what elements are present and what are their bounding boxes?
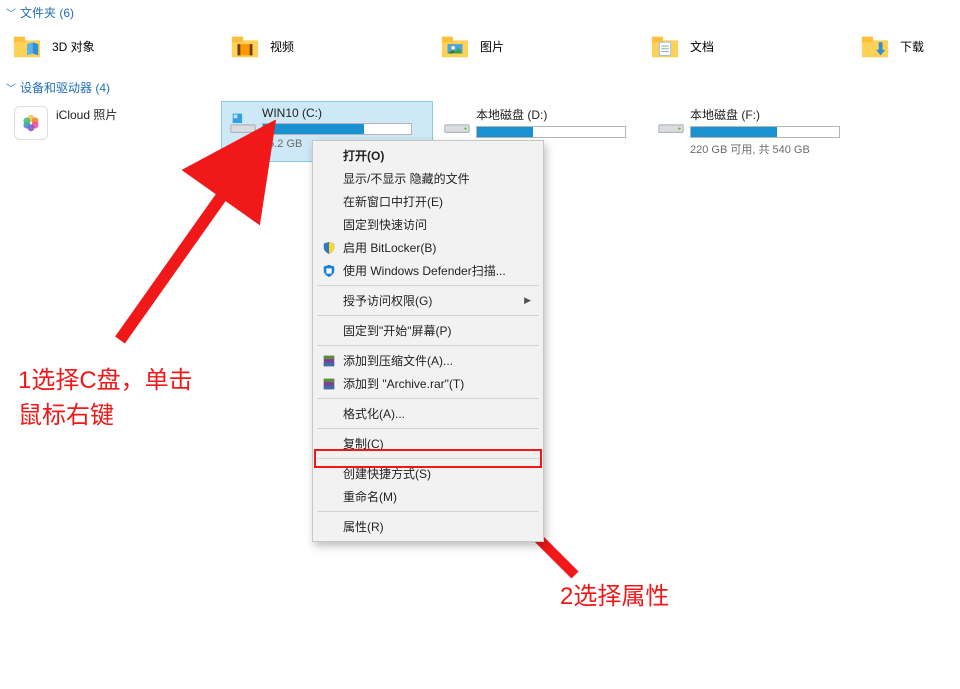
- folder-3d-objects[interactable]: 3D 对象: [6, 27, 216, 65]
- folder-downloads-label: 下载: [900, 38, 924, 55]
- folder-downloads[interactable]: 下载: [854, 27, 954, 65]
- drive-f[interactable]: 本地磁盘 (F:) 220 GB 可用, 共 540 GB: [650, 102, 860, 161]
- rar-icon: [321, 376, 337, 392]
- folder-videos-label: 视频: [270, 38, 294, 55]
- ctx-defender[interactable]: 使用 Windows Defender扫描...: [315, 259, 541, 282]
- ctx-show-hidden[interactable]: 显示/不显示 隐藏的文件: [315, 167, 541, 190]
- folder-videos[interactable]: 视频: [224, 27, 434, 65]
- section-folders-header[interactable]: ﹀ 文件夹 (6): [0, 0, 960, 25]
- ctx-separator: [317, 315, 539, 316]
- folders-grid: 3D 对象 视频 图片 文档 下载: [0, 25, 960, 75]
- ctx-separator: [317, 458, 539, 459]
- ctx-compress[interactable]: 添加到压缩文件(A)...: [315, 349, 541, 372]
- ctx-copy[interactable]: 复制(C): [315, 432, 541, 455]
- ctx-separator: [317, 511, 539, 512]
- ctx-access[interactable]: 授予访问权限(G)▶: [315, 289, 541, 312]
- section-folders-label: 文件夹 (6): [20, 4, 74, 21]
- ctx-separator: [317, 285, 539, 286]
- chevron-down-icon: ﹀: [6, 80, 16, 95]
- icloud-photos-icon: [14, 106, 48, 140]
- ctx-separator: [317, 345, 539, 346]
- submenu-arrow-icon: ▶: [524, 295, 531, 306]
- ctx-pin-start[interactable]: 固定到"开始"屏幕(P): [315, 319, 541, 342]
- drive-f-label: 本地磁盘 (F:): [690, 106, 854, 123]
- ctx-open[interactable]: 打开(O): [315, 144, 541, 167]
- ctx-bitlocker[interactable]: 启用 BitLocker(B): [315, 236, 541, 259]
- chevron-down-icon: ﹀: [6, 5, 16, 20]
- os-drive-icon: [228, 106, 262, 141]
- annotation-text-2: 2选择属性: [560, 576, 669, 611]
- section-drives-label: 设备和驱动器 (4): [20, 79, 110, 96]
- folder-3d-label: 3D 对象: [52, 38, 95, 55]
- drive-c-capacity-bar: [262, 123, 412, 135]
- ctx-properties[interactable]: 属性(R): [315, 515, 541, 538]
- ctx-shortcut[interactable]: 创建快捷方式(S): [315, 462, 541, 485]
- videos-icon: [230, 31, 260, 61]
- ctx-pin-quick[interactable]: 固定到快速访问: [315, 213, 541, 236]
- ctx-rename[interactable]: 重命名(M): [315, 485, 541, 508]
- ctx-open-new-window[interactable]: 在新窗口中打开(E): [315, 190, 541, 213]
- defender-icon: [321, 263, 337, 279]
- documents-icon: [650, 31, 680, 61]
- drive-f-capacity-bar: [690, 126, 840, 138]
- folder-documents[interactable]: 文档: [644, 27, 854, 65]
- drive-f-capacity-text: 220 GB 可用, 共 540 GB: [690, 141, 854, 157]
- downloads-icon: [860, 31, 890, 61]
- section-drives-header[interactable]: ﹀ 设备和驱动器 (4): [0, 75, 960, 100]
- ctx-format[interactable]: 格式化(A)...: [315, 402, 541, 425]
- annotation-text-1: 1选择C盘，单击 鼠标右键: [18, 360, 193, 430]
- folder-pictures-label: 图片: [480, 38, 504, 55]
- drive-icloud-label: iCloud 照片: [56, 106, 212, 123]
- folder-pictures[interactable]: 图片: [434, 27, 644, 65]
- shield-icon: [321, 240, 337, 256]
- rar-icon: [321, 353, 337, 369]
- context-menu: 打开(O) 显示/不显示 隐藏的文件 在新窗口中打开(E) 固定到快速访问 启用…: [312, 140, 544, 542]
- ctx-separator: [317, 428, 539, 429]
- 3d-objects-icon: [12, 31, 42, 61]
- ctx-separator: [317, 398, 539, 399]
- hdd-icon: [442, 106, 476, 141]
- drive-c-label: WIN10 (C:): [262, 106, 426, 120]
- drive-d-label: 本地磁盘 (D:): [476, 106, 640, 123]
- hdd-icon: [656, 106, 690, 141]
- drive-d-capacity-bar: [476, 126, 626, 138]
- ctx-compress-to[interactable]: 添加到 "Archive.rar"(T): [315, 372, 541, 395]
- folder-documents-label: 文档: [690, 38, 714, 55]
- pictures-icon: [440, 31, 470, 61]
- drive-icloud[interactable]: iCloud 照片: [8, 102, 218, 161]
